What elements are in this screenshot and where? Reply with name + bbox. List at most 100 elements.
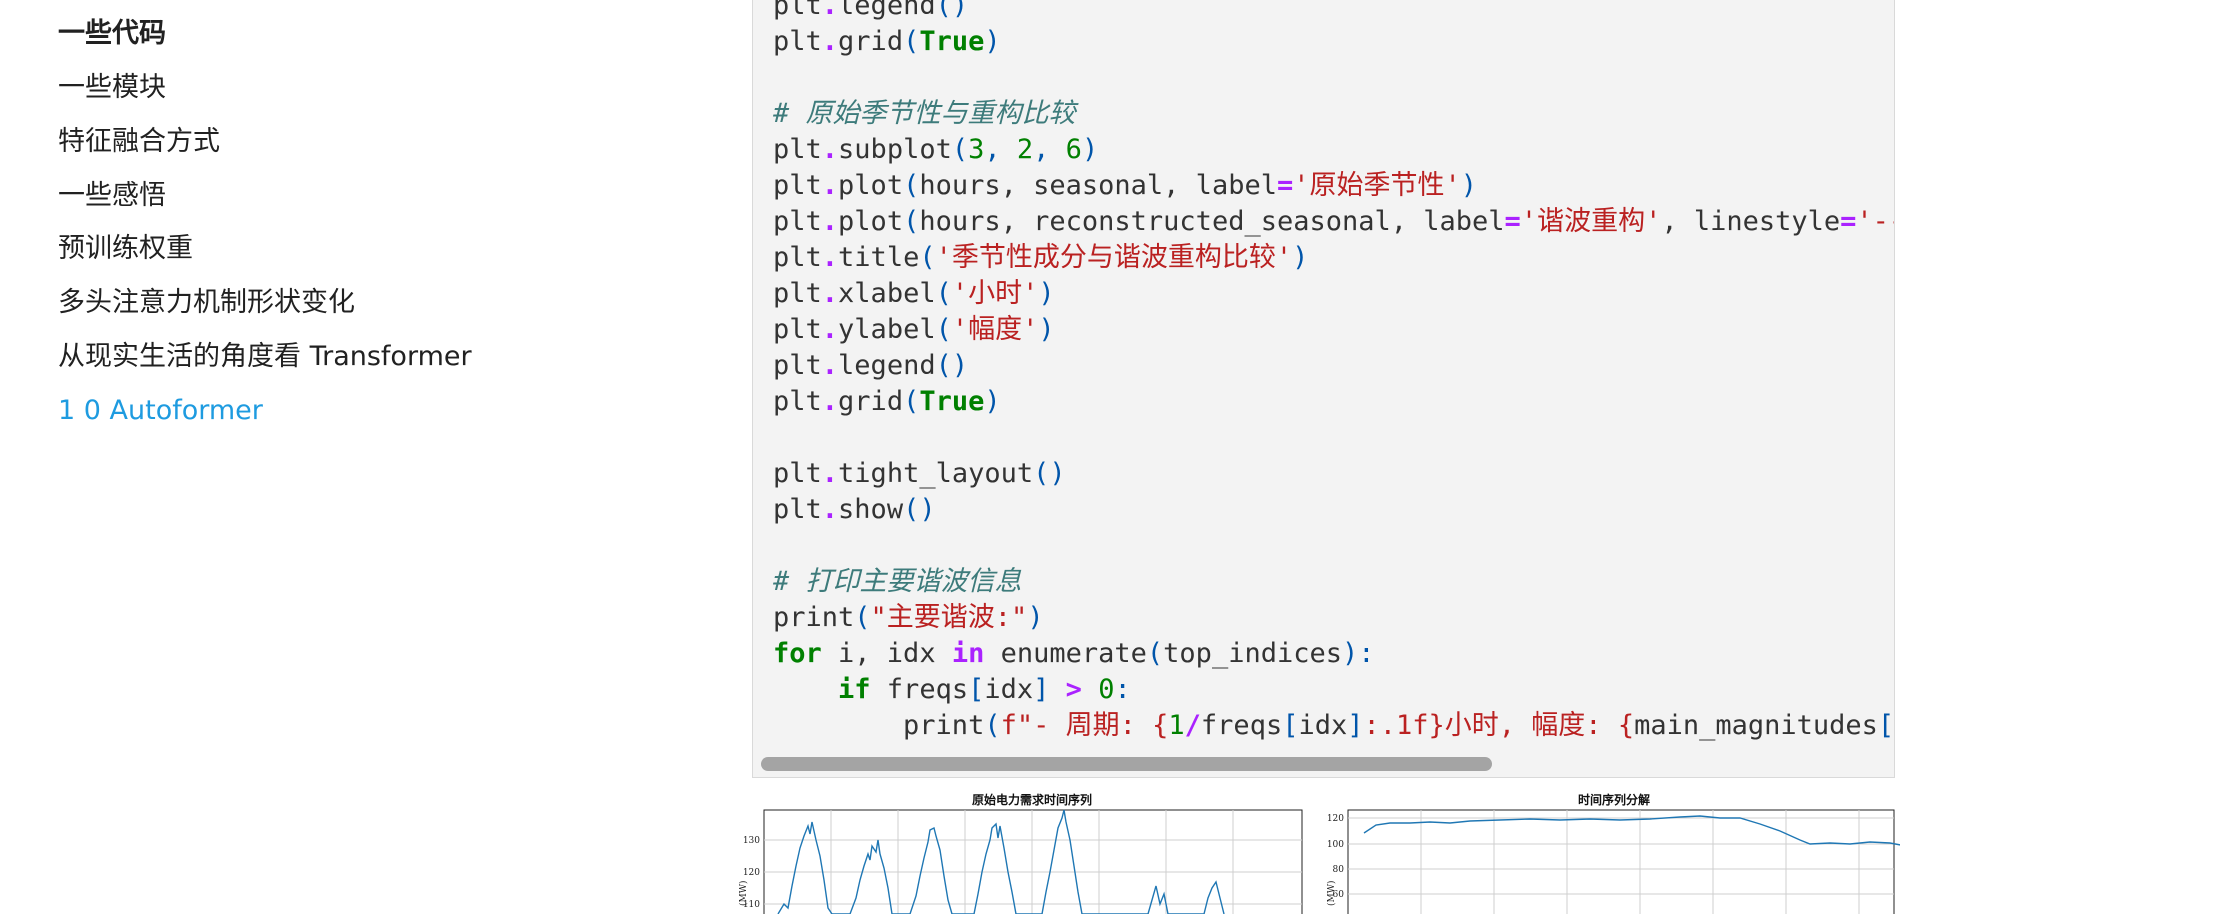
code-line: print("主要谐波:") xyxy=(773,600,1894,636)
nav-item-some-insights[interactable]: 一些感悟 xyxy=(58,178,166,214)
right-panel-title: 时间序列分解 xyxy=(1578,792,1650,807)
code-token: plt xyxy=(773,458,822,489)
code-content[interactable]: plt.ylabel('幅度')plt.legend()plt.grid(Tru… xyxy=(773,0,1894,777)
code-line: for i, idx in enumerate(top_indices): xyxy=(773,636,1894,672)
code-token: xlabel xyxy=(838,278,936,309)
code-token: , xyxy=(984,134,1017,165)
code-token: ( xyxy=(903,206,920,237)
code-token: [ xyxy=(968,674,985,705)
code-token: ) xyxy=(1460,170,1478,201)
code-token: # 打印主要谐波信息 xyxy=(773,566,1022,597)
code-token: . xyxy=(821,242,839,273)
code-token: . xyxy=(821,26,839,57)
nav-item-multihead-attention-shapes[interactable]: 多头注意力机制形状变化 xyxy=(58,285,355,321)
left-panel-axes xyxy=(763,809,1303,914)
code-token: ) xyxy=(984,26,1001,57)
code-token: . xyxy=(821,494,839,525)
code-line: plt.grid(True) xyxy=(773,384,1894,420)
code-token: idx xyxy=(1298,710,1348,741)
code-token: freqs xyxy=(1200,710,1283,741)
code-token: '幅度' xyxy=(951,314,1039,345)
code-token: : xyxy=(1114,674,1131,705)
code-token: grid xyxy=(838,26,904,57)
code-token: plt xyxy=(773,170,822,201)
code-token: [ xyxy=(1877,710,1894,741)
code-token: () xyxy=(903,494,936,525)
code-token: ) xyxy=(984,386,1001,417)
code-token: '谐波重构' xyxy=(1520,206,1662,237)
code-line: # 原始季节性与重构比较 xyxy=(773,96,1894,132)
code-line: plt.ylabel('幅度') xyxy=(773,312,1894,348)
code-token: . xyxy=(821,386,839,417)
code-token: ) xyxy=(1292,242,1309,273)
left-ytick: 120 xyxy=(743,868,760,878)
code-token: ylabel xyxy=(838,314,936,345)
code-token: [ xyxy=(1282,710,1299,741)
code-token: plt xyxy=(773,314,822,345)
code-token: subplot xyxy=(838,134,952,165)
code-token: 6 xyxy=(1065,134,1082,165)
figure-canvas: 原始电力需求时间序列 130 120 110 (MW) 时间序列分解 120 1… xyxy=(738,792,1900,914)
code-block: plt.ylabel('幅度')plt.legend()plt.grid(Tru… xyxy=(752,0,1895,778)
output-figure: 原始电力需求时间序列 130 120 110 (MW) 时间序列分解 120 1… xyxy=(730,788,1900,914)
code-token: ( xyxy=(903,170,920,201)
nav-item-pretrained-weights[interactable]: 预训练权重 xyxy=(58,231,193,267)
nav-item-some-code[interactable]: 一些代码 xyxy=(58,16,166,52)
code-token: if xyxy=(838,674,871,705)
code-token: > xyxy=(1065,674,1082,705)
code-token: 0 xyxy=(1098,674,1115,705)
code-token: i, idx xyxy=(821,638,952,669)
nav-item-some-modules[interactable]: 一些模块 xyxy=(58,70,166,106)
code-token: ( xyxy=(951,134,969,165)
code-line: if freqs[idx] > 0: xyxy=(773,672,1894,708)
code-token: legend xyxy=(838,0,936,21)
code-token: legend xyxy=(838,350,936,381)
code-token: ) xyxy=(1038,314,1055,345)
nav-item-transformer-real-life[interactable]: 从现实生活的角度看 Transformer xyxy=(58,339,472,375)
code-token: ] xyxy=(1033,674,1050,705)
left-ylabel: (MW) xyxy=(738,881,749,907)
code-line: plt.show() xyxy=(773,492,1894,528)
code-token: plt xyxy=(773,386,822,417)
code-line: plt.plot(hours, seasonal, label='原始季节性') xyxy=(773,168,1894,204)
nav-item-autoformer[interactable]: 1 0 Autoformer xyxy=(58,393,263,429)
code-token: . xyxy=(821,134,839,165)
code-token: . xyxy=(821,170,839,201)
code-line: plt.grid(True) xyxy=(773,24,1894,60)
code-token: hours, reconstructed_seasonal, label xyxy=(919,206,1505,237)
code-token: plt xyxy=(773,278,822,309)
code-token: = xyxy=(1840,206,1857,237)
code-token: ( xyxy=(935,278,952,309)
code-line: plt.legend() xyxy=(773,348,1894,384)
code-token: print xyxy=(773,602,855,633)
code-token: = xyxy=(1504,206,1521,237)
nav-item-feature-fusion[interactable]: 特征融合方式 xyxy=(58,124,220,160)
code-token: ): xyxy=(1341,638,1375,669)
code-token: ( xyxy=(854,602,871,633)
code-token: show xyxy=(838,494,904,525)
code-token: for xyxy=(773,638,822,669)
code-token: . xyxy=(821,458,839,489)
code-token: ( xyxy=(1146,638,1164,669)
code-token: . xyxy=(821,314,839,345)
code-token: plt xyxy=(773,134,822,165)
code-token: freqs xyxy=(870,674,969,705)
right-ytick: 120 xyxy=(1327,814,1344,824)
code-token: = xyxy=(1276,170,1294,201)
code-token: :.1f}小时, 幅度: { xyxy=(1363,710,1635,741)
code-token: hours, seasonal, label xyxy=(919,170,1277,201)
horizontal-scrollbar[interactable] xyxy=(758,757,1889,771)
code-token: plt xyxy=(773,494,822,525)
code-line: plt.legend() xyxy=(773,0,1894,24)
code-token: tight_layout xyxy=(838,458,1034,489)
code-token: top_indices xyxy=(1163,638,1342,669)
scrollbar-thumb[interactable] xyxy=(761,757,1492,771)
code-token: ( xyxy=(903,26,920,57)
code-token: in xyxy=(951,638,985,669)
code-token: enumerate xyxy=(984,638,1147,669)
code-token: plt xyxy=(773,350,822,381)
